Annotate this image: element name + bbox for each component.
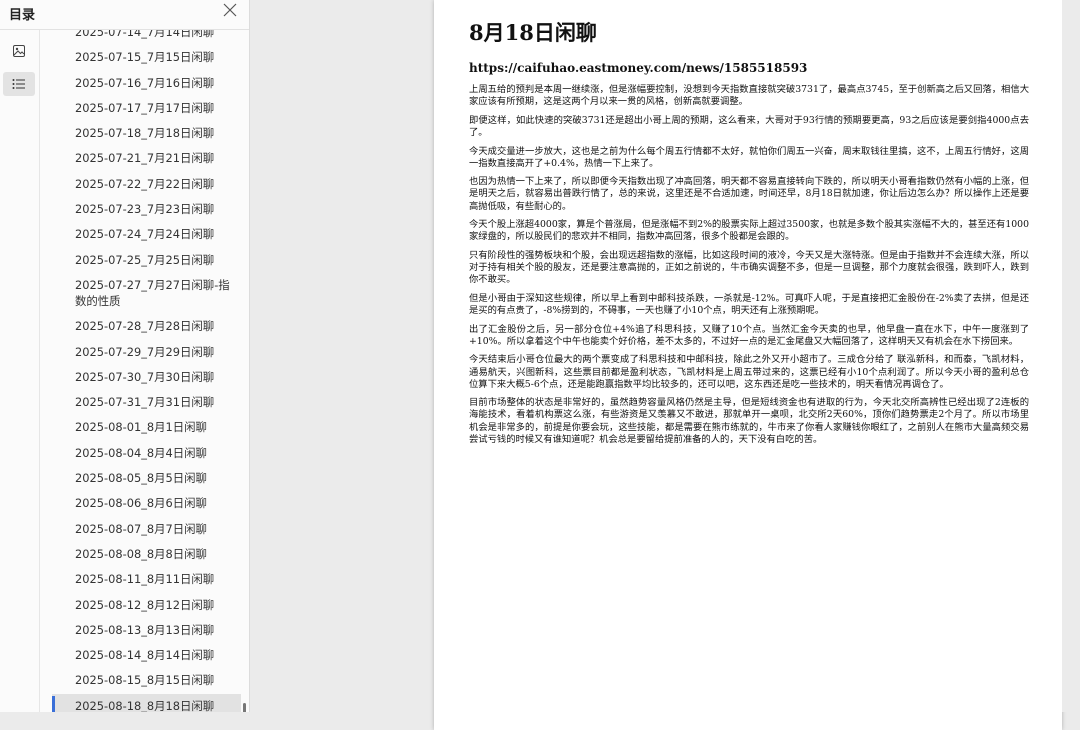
document-paragraph: 今天个股上涨超4000家，算是个普涨局，但是涨幅不到2%的股票实际上超过3500… [469,219,1029,243]
outline-item[interactable]: 2025-08-08_8月8日闲聊 [41,542,241,566]
page-content: 8月18日闲聊 https://caifuhao.eastmoney.com/n… [469,18,1029,452]
outline-item[interactable]: 2025-08-15_8月15日闲聊 [41,668,241,692]
document-source-url: https://caifuhao.eastmoney.com/news/1585… [469,61,808,75]
viewer-margin [1062,0,1080,712]
document-paragraph: 今天成交量进一步放大，这也是之前为什么每个周五行情都不太好，就怕你们周五一兴奋，… [469,145,1029,169]
document-paragraph: 但是小哥由于深知这些规律，所以早上看到中邮科技杀跌，一杀就是-12%。可真吓人呢… [469,292,1029,316]
outline-item[interactable]: 2025-08-11_8月11日闲聊 [41,567,241,591]
outline-item[interactable]: 2025-07-25_7月25日闲聊 [41,248,241,272]
document-paragraph: 出了汇金股份之后，另一部分仓位+4%追了科思科技，又赚了10个点。当然汇金今天卖… [469,323,1029,347]
outline-item[interactable]: 2025-07-31_7月31日闲聊 [41,390,241,414]
outline-item[interactable]: 2025-08-04_8月4日闲聊 [41,441,241,465]
outline-item[interactable]: 2025-07-21_7月21日闲聊 [41,146,241,170]
outline-item[interactable]: 2025-08-13_8月13日闲聊 [41,618,241,642]
outline-item[interactable]: 2025-07-22_7月22日闲聊 [41,172,241,196]
outline-item[interactable]: 2025-07-18_7月18日闲聊 [41,121,241,145]
document-paragraph: 即便这样，如此快速的突破3731还是超出小哥上周的预期，这么看来，大哥对于93行… [469,114,1029,138]
outline-items: 2025-07-14_7月14日闲聊 2025-07-15_7月15日闲聊 2025… [41,30,241,712]
outline-item[interactable]: 2025-07-27_7月27日闲聊-指数的性质 [41,273,241,313]
close-icon[interactable] [220,0,240,20]
outline-item-selected[interactable]: 2025-08-18_8月18日闲聊 [52,693,241,712]
document-page: 8月18日闲聊 https://caifuhao.eastmoney.com/n… [434,0,1062,730]
document-paragraph: 今天结束后小哥仓位最大的两个票变成了科思科技和中邮科技，除此之外又开小超市了。三… [469,354,1029,390]
view-rail [0,30,40,712]
sidebar-scrollbar[interactable] [243,703,246,712]
outline-list: 2025-07-14_7月14日闲聊 2025-07-15_7月15日闲聊 2025… [41,30,249,712]
outline-item[interactable]: 2025-07-15_7月15日闲聊 [41,45,241,69]
outline-sidebar: 目录 2025-07-14_7月14日闲聊 2025-07-15_7月15日闲聊 2… [0,0,250,712]
thumbnail-view-button[interactable] [3,40,35,64]
document-paragraph: 也因为热情一下上来了，所以即便今天指数出现了冲高回落，明天都不容易直接转向下跌的… [469,176,1029,212]
outline-item[interactable]: 2025-08-06_8月6日闲聊 [41,491,241,515]
sidebar-title: 目录 [9,8,36,23]
document-paragraph: 目前市场整体的状态是非常好的，虽然趋势容量风格仍然是主导，但是短线资金也有进取的… [469,397,1029,445]
outline-item[interactable]: 2025-07-14_7月14日闲聊 [41,30,241,44]
outline-item[interactable]: 2025-07-28_7月28日闲聊 [41,314,241,338]
outline-item[interactable]: 2025-07-29_7月29日闲聊 [41,340,241,364]
document-paragraph: 上周五给的预判是本周一继续涨，但是涨幅要控制，没想到今天指数直接就突破3731了… [469,84,1029,108]
sidebar-header: 目录 [0,0,249,30]
outline-item[interactable]: 2025-07-30_7月30日闲聊 [41,365,241,389]
outline-item[interactable]: 2025-07-24_7月24日闲聊 [41,222,241,246]
document-title: 8月18日闲聊 [469,20,597,45]
outline-view-button[interactable] [3,72,35,96]
thumbnail-view-icon [12,43,26,62]
document-paragraph: 只有阶段性的强势板块和个股，会出现远超指数的涨幅，比如这段时间的液冷，今天又是大… [469,250,1029,286]
outline-item[interactable]: 2025-07-23_7月23日闲聊 [41,197,241,221]
outline-item[interactable]: 2025-08-12_8月12日闲聊 [41,593,241,617]
outline-item[interactable]: 2025-08-14_8月14日闲聊 [41,643,241,667]
outline-item[interactable]: 2025-08-01_8月1日闲聊 [41,415,241,439]
outline-item[interactable]: 2025-07-16_7月16日闲聊 [41,71,241,95]
outline-item[interactable]: 2025-08-05_8月5日闲聊 [41,466,241,490]
outline-item[interactable]: 2025-08-07_8月7日闲聊 [41,517,241,541]
outline-item[interactable]: 2025-07-17_7月17日闲聊 [41,96,241,120]
document-body: 上周五给的预判是本周一继续涨，但是涨幅要控制，没想到今天指数直接就突破3731了… [469,84,1029,446]
outline-view-icon [12,75,26,94]
